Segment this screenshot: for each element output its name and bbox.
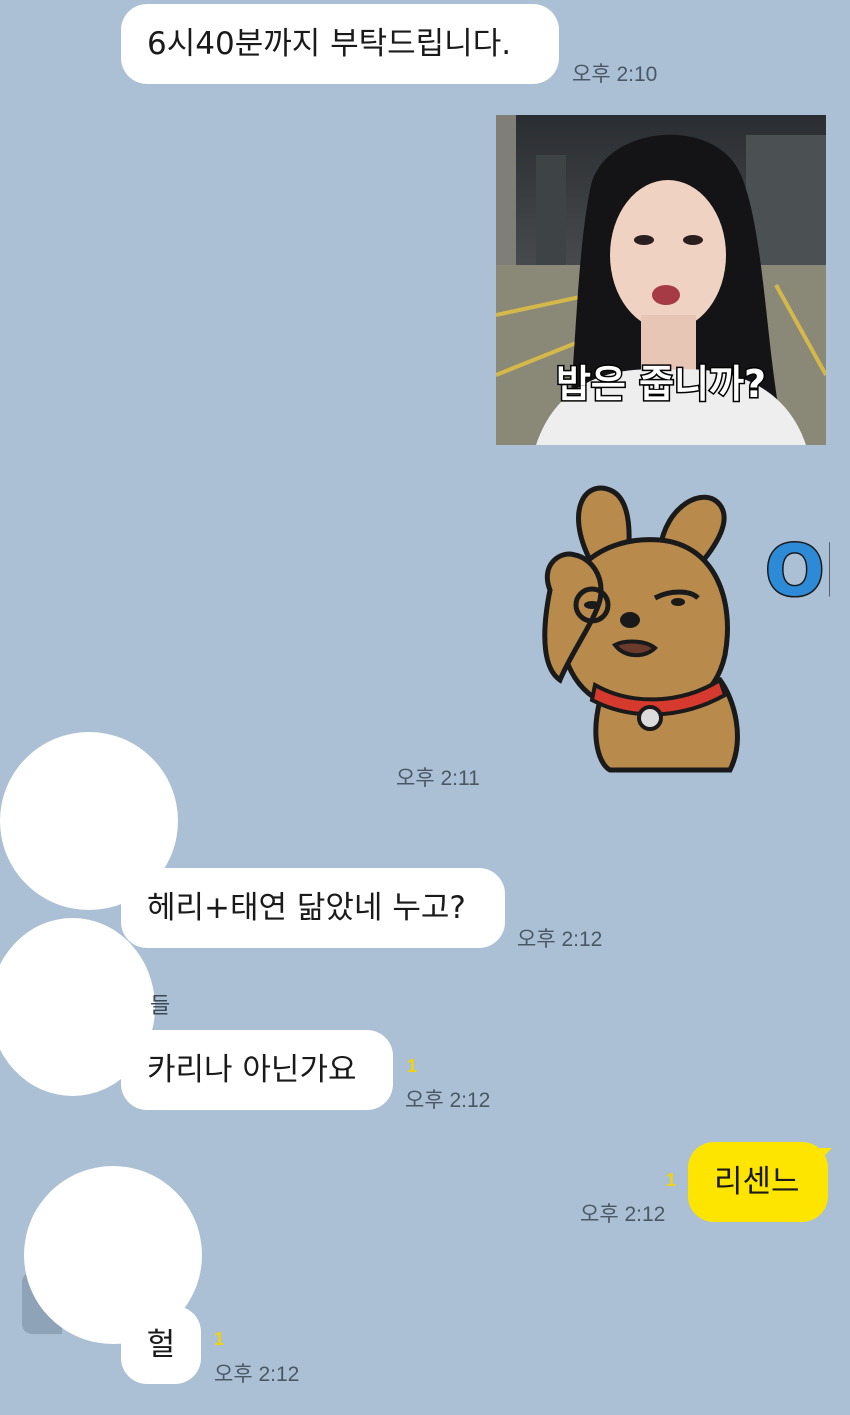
message-bubble-incoming[interactable]: 6시40분까지 부탁드립니다.	[121, 4, 559, 84]
sticker-ok-text: OK	[765, 530, 830, 612]
message-time: 오후 2:12	[214, 1363, 300, 1386]
ok-dog-sticker[interactable]: OK	[530, 480, 850, 780]
message-time: 오후 2:11	[396, 767, 480, 790]
message-text: 카리나 아닌가요	[147, 1051, 357, 1088]
bubble-tail	[818, 1148, 832, 1162]
message-bubble-outgoing[interactable]: 리센느	[688, 1142, 828, 1222]
message-bubble-incoming[interactable]: 헐	[121, 1306, 201, 1384]
unread-count: 1	[214, 1329, 225, 1349]
message-text: 리센느	[714, 1163, 800, 1200]
unread-count: 1	[407, 1056, 418, 1076]
message-bubble-incoming[interactable]: 헤리+태연 닮았네 누고?	[121, 868, 505, 948]
message-time: 오후 2:12	[580, 1203, 666, 1226]
message-text: 헤리+태연 닮았네 누고?	[147, 889, 466, 926]
photo-message[interactable]: 밥은 줍니까?	[496, 115, 826, 445]
sender-name-fragment: 들	[150, 994, 171, 1019]
ok-dog-sticker-image: OK	[542, 485, 850, 773]
message-time: 오후 2:10	[572, 63, 658, 86]
message-bubble-incoming[interactable]: 카리나 아닌가요	[121, 1030, 393, 1110]
message-time: 오후 2:12	[517, 928, 603, 951]
message-text: 헐	[146, 1326, 176, 1363]
photo-caption: 밥은 줍니까?	[556, 362, 766, 406]
unread-count: 1	[666, 1170, 677, 1190]
message-text: 6시40분까지 부탁드립니다.	[147, 25, 512, 62]
photo-image: 밥은 줍니까?	[496, 115, 826, 445]
message-time: 오후 2:12	[405, 1089, 491, 1112]
